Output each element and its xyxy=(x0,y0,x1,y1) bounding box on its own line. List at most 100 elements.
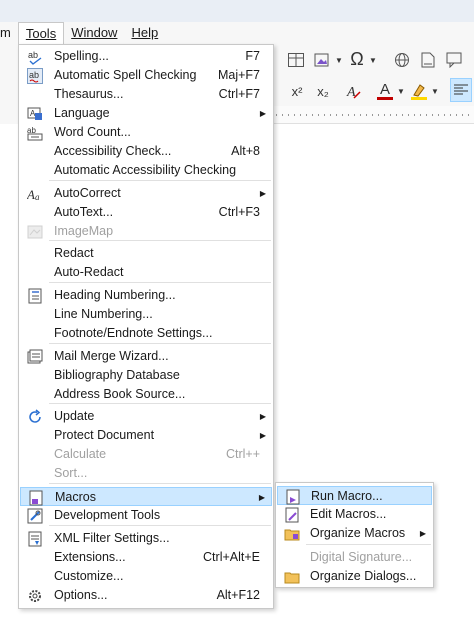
tools-menu-item-label: Footnote/Endnote Settings... xyxy=(54,326,213,340)
standard-toolbar: ▼ Ω ▼ xyxy=(270,44,474,76)
tools-menu-item-protect-document[interactable]: Protect Document ▶ xyxy=(20,426,272,445)
tools-menu-item-line-numbering[interactable]: Line Numbering... xyxy=(20,305,272,324)
tools-menu-item-heading-numbering[interactable]: Heading Numbering... xyxy=(20,286,272,305)
macros-submenu-item-label: Digital Signature... xyxy=(310,550,413,564)
macros-submenu-item-run-macro[interactable]: Run Macro... xyxy=(277,486,432,505)
tools-menu-item-extensions[interactable]: Extensions... Ctrl+Alt+E xyxy=(20,548,272,567)
tools-menu-item-customize[interactable]: Customize... xyxy=(20,567,272,586)
run-macro-icon xyxy=(284,488,302,505)
tools-menu-item-autocorrect[interactable]: Aa AutoCorrect ▶ xyxy=(20,184,272,203)
tools-menu-item-label: Automatic Accessibility Checking xyxy=(54,163,237,177)
horizontal-ruler[interactable] xyxy=(270,106,474,124)
tools-menu-item-options[interactable]: Options... Alt+F12 xyxy=(20,586,272,605)
organize-macros-icon xyxy=(283,525,301,542)
footnote-icon[interactable] xyxy=(418,51,438,69)
tools-menu-item-label: Accessibility Check... xyxy=(54,144,172,158)
formatting-toolbar: x² x₂ A A ▼ ▼ xyxy=(270,76,474,106)
highlight-dropdown-icon[interactable]: ▼ xyxy=(430,82,440,100)
tools-menu-item-thesaurus[interactable]: Thesaurus... Ctrl+F7 xyxy=(20,85,272,104)
svg-text:ab: ab xyxy=(29,70,39,80)
tools-menu-item-bibliography-database[interactable]: Bibliography Database xyxy=(20,366,272,385)
menu-separator xyxy=(49,525,271,526)
tools-menu-item-redact[interactable]: Redact xyxy=(20,244,272,263)
menu-tools[interactable]: Tools xyxy=(17,22,65,44)
tools-menu-item-imagemap[interactable]: ImageMap xyxy=(20,222,272,241)
submenu-arrow-icon: ▶ xyxy=(258,493,265,502)
tools-menu-item-spelling[interactable]: ab Spelling... F7 xyxy=(20,47,272,66)
tools-menu-item-label: Heading Numbering... xyxy=(54,288,176,302)
tools-menu-item-label: AutoCorrect xyxy=(54,186,121,200)
shortcut-label: Ctrl++ xyxy=(225,447,260,461)
mail-merge-icon xyxy=(26,348,44,365)
hyperlink-icon[interactable] xyxy=(392,51,412,69)
shortcut-label: Alt+F12 xyxy=(216,588,260,602)
comment-icon[interactable] xyxy=(444,51,464,69)
macros-submenu-item-digital-signature[interactable]: Digital Signature... xyxy=(277,548,432,567)
auto-spell-icon: ab xyxy=(26,67,44,84)
chart-dropdown-icon[interactable]: ▼ xyxy=(334,51,344,69)
clear-formatting-icon[interactable]: A xyxy=(342,81,364,101)
ruler-ticks xyxy=(276,114,471,116)
tools-menu-item-label: Language xyxy=(54,106,110,120)
submenu-arrow-icon: ▶ xyxy=(259,109,266,118)
shortcut-label: Ctrl+F3 xyxy=(218,205,260,219)
font-color-dropdown-icon[interactable]: ▼ xyxy=(396,82,406,100)
font-color-icon[interactable]: A xyxy=(374,80,396,102)
macros-submenu-item-organize-macros[interactable]: Organize Macros ▶ xyxy=(277,524,432,543)
tools-menu-item-auto-redact[interactable]: Auto-Redact xyxy=(20,263,272,282)
macros-submenu-item-organize-dialogs[interactable]: Organize Dialogs... xyxy=(277,567,432,586)
special-char-dropdown-icon[interactable]: ▼ xyxy=(368,51,378,69)
superscript-icon[interactable]: x² xyxy=(286,81,308,101)
tools-menu-item-mail-merge-wizard[interactable]: Mail Merge Wizard... xyxy=(20,347,272,366)
tools-menu-item-label: Options... xyxy=(54,588,108,602)
tools-menu-item-calculate[interactable]: Calculate Ctrl++ xyxy=(20,445,272,464)
tools-menu: ab Spelling... F7 ab Automatic Spell Checkin… xyxy=(18,44,274,609)
tools-menu-item-macros[interactable]: Macros ▶ xyxy=(20,487,272,506)
menubar: m Tools Window Help xyxy=(0,22,474,44)
shortcut-label: Ctrl+Alt+E xyxy=(203,550,260,564)
tools-menu-item-label: Thesaurus... xyxy=(54,87,124,101)
tools-menu-item-label: Customize... xyxy=(54,569,124,583)
tools-menu-item-automatic-spell-checking[interactable]: ab Automatic Spell Checking Maj+F7 xyxy=(20,66,272,85)
font-color-glyph: A xyxy=(379,81,390,98)
subscript-icon[interactable]: x₂ xyxy=(312,81,334,101)
tools-menu-item-autotext[interactable]: AutoText... Ctrl+F3 xyxy=(20,203,272,222)
align-left-icon[interactable] xyxy=(450,78,472,102)
tools-menu-item-label: Line Numbering... xyxy=(54,307,153,321)
menu-separator xyxy=(49,180,271,181)
highlight-icon[interactable] xyxy=(408,80,430,102)
image-icon[interactable] xyxy=(312,51,332,69)
tools-menu-item-label: XML Filter Settings... xyxy=(54,531,170,545)
special-character-icon[interactable]: Ω xyxy=(346,49,368,69)
menu-help[interactable]: Help xyxy=(124,22,165,44)
tools-menu-item-development-tools[interactable]: Development Tools xyxy=(20,506,272,525)
tools-menu-item-label: Spelling... xyxy=(54,49,109,63)
tools-menu-item-accessibility-check[interactable]: Accessibility Check... Alt+8 xyxy=(20,142,272,161)
shortcut-label: Alt+8 xyxy=(231,144,260,158)
tools-menu-item-update[interactable]: Update ▶ xyxy=(20,407,272,426)
macros-submenu-item-label: Organize Dialogs... xyxy=(310,569,417,583)
tools-menu-item-language[interactable]: A Language ▶ xyxy=(20,104,272,123)
tools-menu-item-word-count[interactable]: ab Word Count... xyxy=(20,123,272,142)
tools-menu-item-label: Redact xyxy=(54,246,94,260)
table-icon[interactable] xyxy=(286,51,306,69)
tools-menu-item-label: Sort... xyxy=(54,466,88,480)
menu-window[interactable]: Window xyxy=(64,22,124,44)
tools-menu-item-label: Bibliography Database xyxy=(54,368,180,382)
tools-menu-item-xml-filter-settings[interactable]: XML Filter Settings... xyxy=(20,529,272,548)
macros-submenu-item-edit-macros[interactable]: Edit Macros... xyxy=(277,505,432,524)
xml-filter-icon xyxy=(26,530,44,547)
menu-format-partial[interactable]: m xyxy=(0,22,18,44)
tools-menu-item-footnote-endnote-settings[interactable]: Footnote/Endnote Settings... xyxy=(20,324,272,343)
tools-menu-item-sort[interactable]: Sort... xyxy=(20,464,272,483)
tools-menu-item-label: Mail Merge Wizard... xyxy=(54,349,169,363)
macros-icon xyxy=(27,489,45,506)
word-count-icon: ab xyxy=(26,124,44,141)
tools-menu-item-label: ImageMap xyxy=(54,224,114,238)
edit-macros-icon xyxy=(283,506,301,523)
tools-menu-item-address-book-source[interactable]: Address Book Source... xyxy=(20,385,272,404)
tools-menu-item-automatic-accessibility-checking[interactable]: Automatic Accessibility Checking xyxy=(20,161,272,180)
spelling-icon: ab xyxy=(26,48,44,65)
tools-menu-item-label: Macros xyxy=(55,490,96,504)
svg-text:ab: ab xyxy=(28,50,38,60)
